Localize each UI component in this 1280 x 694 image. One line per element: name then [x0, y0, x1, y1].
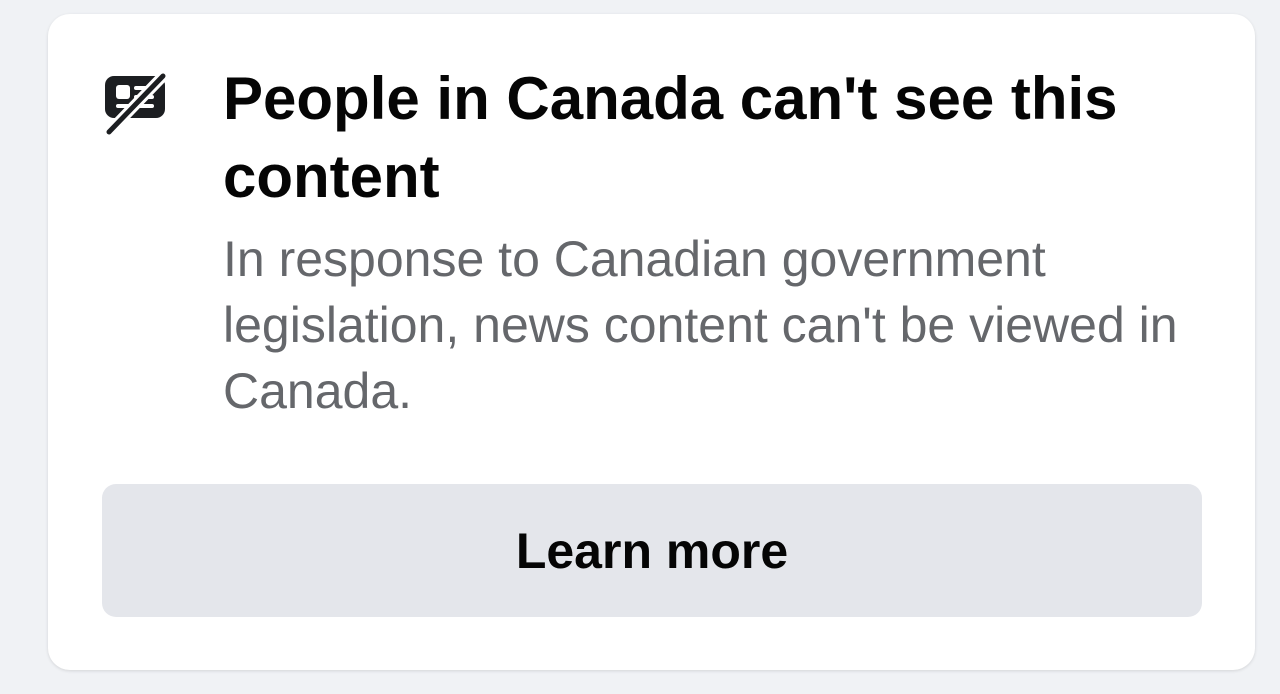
content-unavailable-card: People in Canada can't see this content …: [48, 14, 1255, 670]
notice-description: In response to Canadian government legis…: [223, 231, 1178, 419]
learn-more-button[interactable]: Learn more: [102, 484, 1202, 617]
notice-title: People in Canada can't see this content: [223, 65, 1118, 210]
news-blocked-icon: [103, 70, 169, 138]
